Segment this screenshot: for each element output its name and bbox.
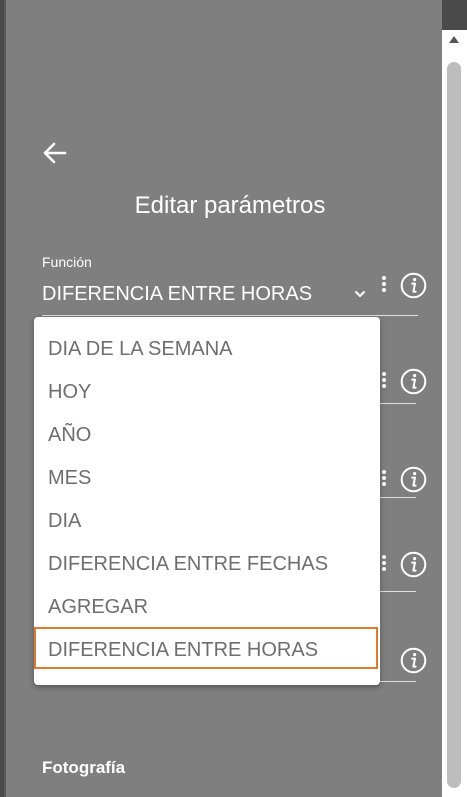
function-field-label: Función [42,254,92,270]
dropdown-option[interactable]: AGREGAR [48,596,148,619]
scroll-up-arrow-icon[interactable] [449,36,459,43]
function-select-value[interactable]: DIFERENCIA ENTRE HORAS [42,283,312,306]
more-vertical-icon[interactable] [379,468,389,490]
info-icon[interactable] [400,272,427,299]
field-underline [380,591,416,592]
function-dropdown-menu: DIA DE LA SEMANA HOY AÑO MES DIA DIFEREN… [34,317,380,685]
info-icon[interactable] [400,368,427,395]
info-icon[interactable] [400,466,427,493]
more-vertical-icon[interactable] [379,370,389,392]
more-vertical-icon[interactable] [379,553,389,575]
dropdown-option[interactable]: DIA DE LA SEMANA [48,338,233,361]
dropdown-option[interactable]: HOY [48,381,91,404]
scrollbar-thumb[interactable] [447,62,461,788]
chevron-down-icon[interactable] [352,286,368,302]
function-field-underline [42,315,418,316]
arrow-left-icon[interactable] [40,138,70,168]
page-title: Editar parámetros [134,192,326,219]
field-underline [380,403,416,404]
info-icon[interactable] [400,551,427,578]
dropdown-option[interactable]: DIA [48,510,81,533]
section-label-photography: Fotografía [42,758,126,777]
dropdown-option[interactable]: DIFERENCIA ENTRE FECHAS [48,553,328,576]
field-underline [380,497,416,498]
dropdown-option[interactable]: DIFERENCIA ENTRE HORAS [48,639,318,662]
dropdown-option[interactable]: MES [48,467,91,490]
info-icon[interactable] [400,647,427,674]
field-underline [380,681,416,682]
more-vertical-icon[interactable] [379,274,389,296]
dropdown-option[interactable]: AÑO [48,424,91,447]
